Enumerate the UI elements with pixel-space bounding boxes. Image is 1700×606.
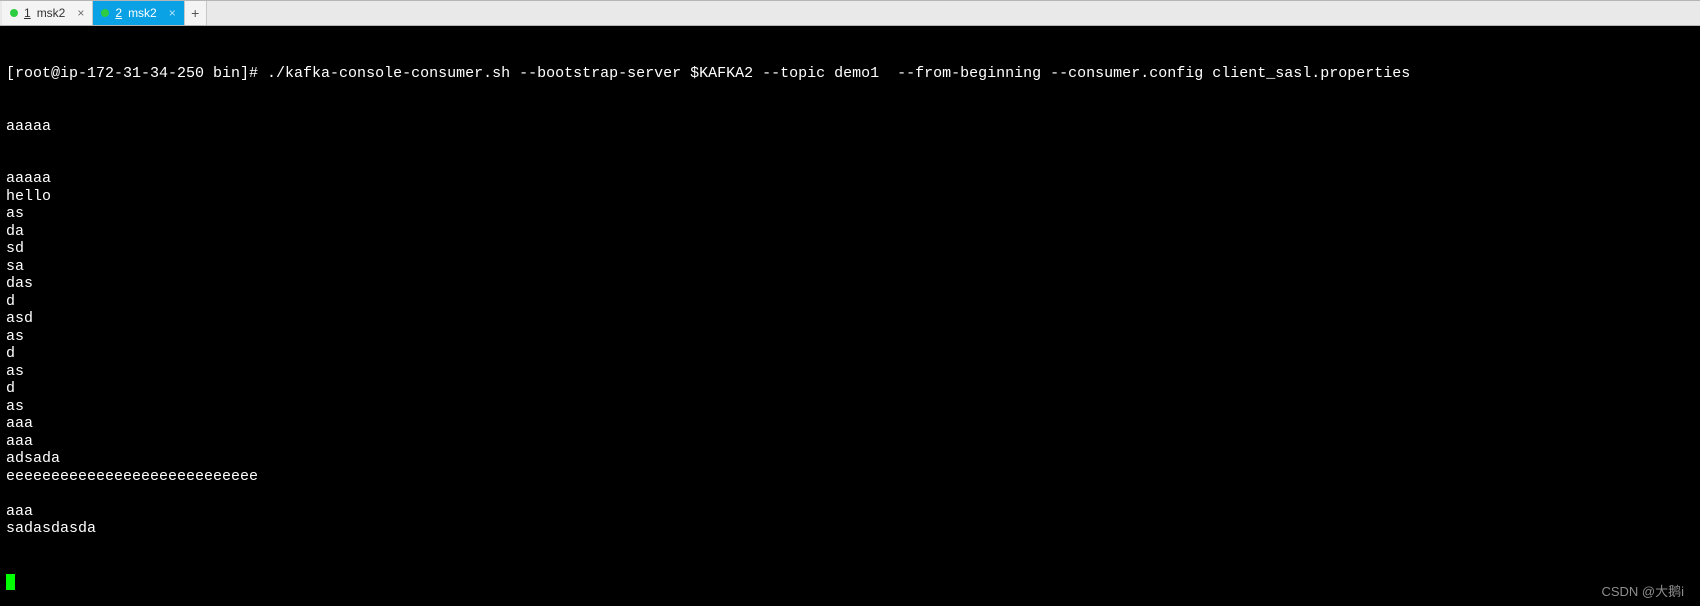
terminal-line: d	[6, 293, 1694, 311]
terminal-line: aaa	[6, 415, 1694, 433]
terminal-line: eeeeeeeeeeeeeeeeeeeeeeeeeeee	[6, 468, 1694, 486]
watermark: CSDN @大鹅i	[1601, 583, 1684, 601]
terminal-line	[6, 135, 1694, 153]
terminal-line: aaaaa	[6, 170, 1694, 188]
terminal-line	[6, 485, 1694, 503]
status-dot-icon	[10, 9, 18, 17]
terminal-tab-1[interactable]: 1 msk2 ×	[2, 1, 93, 25]
close-icon[interactable]: ×	[169, 6, 176, 20]
terminal-line: hello	[6, 188, 1694, 206]
tab-index: 1	[24, 6, 31, 20]
terminal-tab-2[interactable]: 2 msk2 ×	[93, 1, 184, 25]
terminal-line: sd	[6, 240, 1694, 258]
terminal-lines: aaaaa aaaaahelloasdasdsadasdasdasdasdasa…	[6, 118, 1694, 538]
terminal-line: adsada	[6, 450, 1694, 468]
terminal-line: d	[6, 345, 1694, 363]
cursor-line	[6, 573, 1694, 591]
terminal-line: as	[6, 205, 1694, 223]
terminal-line: d	[6, 380, 1694, 398]
close-icon[interactable]: ×	[77, 6, 84, 20]
shell-command: ./kafka-console-consumer.sh --bootstrap-…	[267, 65, 1410, 82]
terminal-line: da	[6, 223, 1694, 241]
terminal-line: sa	[6, 258, 1694, 276]
terminal-line: das	[6, 275, 1694, 293]
terminal-line: aaa	[6, 503, 1694, 521]
tab-bar: 1 msk2 × 2 msk2 × +	[0, 0, 1700, 26]
terminal-line	[6, 153, 1694, 171]
terminal-line: as	[6, 398, 1694, 416]
terminal-output[interactable]: [root@ip-172-31-34-250 bin]# ./kafka-con…	[0, 26, 1700, 606]
add-tab-button[interactable]: +	[185, 1, 207, 25]
tab-label: msk2	[128, 6, 157, 20]
shell-prompt: [root@ip-172-31-34-250 bin]#	[6, 65, 267, 82]
terminal-line: aaaaa	[6, 118, 1694, 136]
terminal-line: sadasdasda	[6, 520, 1694, 538]
terminal-line: aaa	[6, 433, 1694, 451]
status-dot-icon	[101, 9, 109, 17]
prompt-line: [root@ip-172-31-34-250 bin]# ./kafka-con…	[6, 65, 1694, 83]
tab-label: msk2	[37, 6, 66, 20]
terminal-line: as	[6, 363, 1694, 381]
tab-index: 2	[115, 6, 122, 20]
terminal-line: asd	[6, 310, 1694, 328]
terminal-cursor	[6, 574, 15, 590]
terminal-line: as	[6, 328, 1694, 346]
